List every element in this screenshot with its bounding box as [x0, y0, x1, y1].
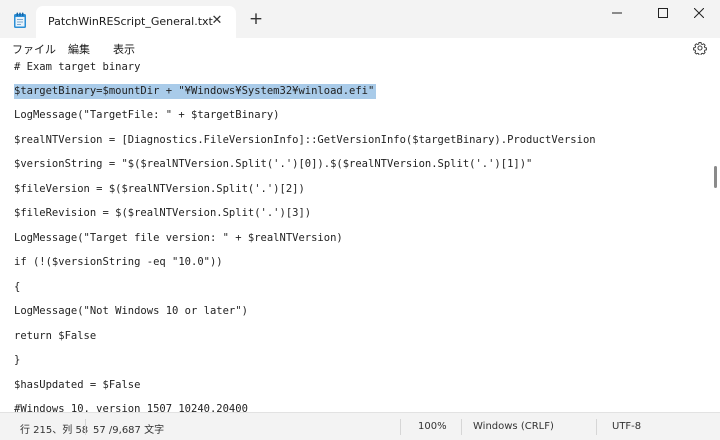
editor-line: if (!($versionString -eq "10.0")) — [14, 256, 223, 268]
menu-edit[interactable]: 編集 — [68, 41, 90, 57]
encoding[interactable]: UTF-8 — [612, 421, 641, 432]
minimize-button[interactable] — [594, 0, 640, 26]
scrollbar-thumb[interactable] — [714, 166, 717, 188]
vertical-scrollbar[interactable] — [712, 60, 720, 412]
close-window-button[interactable] — [676, 0, 720, 26]
editor-line: $realNTVersion = [Diagnostics.FileVersio… — [14, 134, 596, 146]
text-editor[interactable]: # Exam target binary $targetBinary=$moun… — [0, 60, 712, 412]
editor-line: $fileRevision = $($realNTVersion.Split('… — [14, 207, 312, 219]
editor-line: return $False — [14, 330, 97, 342]
notepad-icon — [14, 12, 26, 28]
new-tab-icon[interactable]: + — [248, 11, 264, 28]
editor-line: $versionString = "$($realNTVersion.Split… — [14, 158, 533, 170]
menu-view[interactable]: 表示 — [113, 41, 135, 57]
editor-line: LogMessage("Not Windows 10 or later") — [14, 305, 248, 317]
editor-line: LogMessage("TargetFile: " + $targetBinar… — [14, 109, 280, 121]
tab-title: PatchWinREScript_General.txt — [48, 15, 213, 28]
editor-line: $fileVersion = $($realNTVersion.Split('.… — [14, 183, 305, 195]
status-separator — [85, 419, 86, 435]
status-separator — [596, 419, 597, 435]
editor-line: { — [14, 281, 21, 293]
line-ending[interactable]: Windows (CRLF) — [473, 421, 554, 432]
title-bar: PatchWinREScript_General.txt ✕ + — [0, 0, 720, 38]
editor-line: # Exam target binary — [14, 61, 141, 73]
zoom-level[interactable]: 100% — [418, 421, 447, 432]
close-icon — [694, 8, 704, 18]
menu-file[interactable]: ファイル — [12, 41, 56, 57]
status-bar: 行 215、列 58 57 /9,687 文字 100% Windows (CR… — [0, 412, 720, 440]
menu-bar: ファイル 編集 表示 — [0, 38, 720, 60]
tab-active-document[interactable]: PatchWinREScript_General.txt ✕ — [36, 6, 236, 38]
character-count: 57 /9,687 文字 — [93, 425, 165, 436]
editor-line-selected: $targetBinary=$mountDir + "¥Windows¥Syst… — [14, 84, 377, 99]
minimize-icon — [612, 12, 622, 14]
status-separator — [400, 419, 401, 435]
editor-line: LogMessage("Target file version: " + $re… — [14, 232, 343, 244]
editor-line: } — [14, 354, 21, 366]
tab-close-icon[interactable]: ✕ — [209, 13, 225, 29]
gear-icon[interactable] — [693, 41, 707, 55]
cursor-position[interactable]: 行 215、列 58 — [20, 421, 88, 436]
editor-line: $hasUpdated = $False — [14, 379, 141, 391]
maximize-icon — [658, 8, 668, 18]
status-separator — [461, 419, 462, 435]
editor-line: #Windows 10, version 1507 10240.20400 — [14, 403, 248, 412]
